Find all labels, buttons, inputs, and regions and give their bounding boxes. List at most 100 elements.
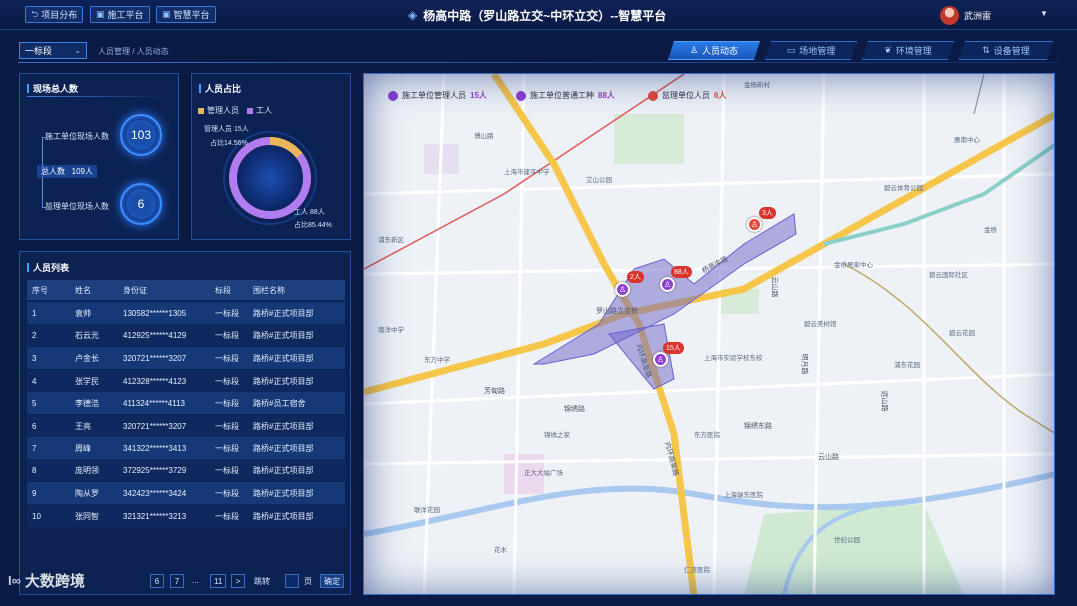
tab-equipment[interactable]: ⇅ 设备管理 [959, 41, 1053, 60]
map-pin-management[interactable]: ♙ [615, 282, 630, 297]
jump-label: 跳转 [254, 577, 270, 586]
worker-label: 工人 88人 [294, 209, 325, 216]
legend-item-construction-management: 施工单位管理人员 15人 [388, 90, 487, 101]
next-page-button[interactable]: > [231, 574, 245, 588]
site-map[interactable]: 杨高中路 罗山路立交桥 内环高架路 内环高架路 云山路 明月路 芳甸路 锦绣东路… [363, 73, 1055, 595]
supervision-count-ring: 6 [120, 183, 162, 225]
place-label: 金桥居家中心 [834, 262, 873, 269]
table-row[interactable]: 8 庞明领 372925******3729 一标段 路桥#正式项目部 [27, 459, 345, 481]
person-icon: ♙ [618, 285, 627, 294]
connector-line [42, 137, 46, 138]
place-label: 上海市实验学校东校 [704, 355, 763, 362]
person-pin-icon [516, 90, 526, 101]
place-label: 浦东新区 [378, 237, 404, 244]
nav-button-project-distribution[interactable]: ⮌ 项目分布 [25, 6, 84, 23]
table-row[interactable]: 4 张学民 412328******4123 一标段 路桥#正式项目部 [27, 370, 345, 392]
place-label: 世纪公园 [834, 537, 860, 544]
map-pin-management[interactable]: ♙ [653, 352, 668, 367]
site-icon: ▭ [786, 45, 796, 55]
panel-title: 人员占比 [199, 82, 241, 95]
section-select[interactable]: 一标段 ⌄ [19, 42, 87, 59]
breadcrumb: 人员管理 / 人员动态 [98, 47, 169, 56]
person-pin-icon [388, 90, 398, 101]
legend-item-supervision: 监理单位人员 6人 [648, 90, 726, 101]
device-icon: ⇅ [982, 45, 990, 55]
page-button-6[interactable]: 6 [150, 574, 164, 588]
table-row[interactable]: 9 陶从罗 342423******3424 一标段 路桥#正式项目部 [27, 482, 345, 504]
road-label: 远山路 [880, 390, 888, 412]
person-icon: ♙ [750, 220, 759, 229]
connector-line [42, 207, 46, 208]
place-label: 碧云国际社区 [929, 272, 968, 279]
table-header: 序号 姓名 身份证 标段 围栏名称 [27, 280, 345, 300]
chevron-down-icon: ⌄ [74, 46, 81, 55]
page-button-7[interactable]: 7 [170, 574, 184, 588]
tab-environment[interactable]: ❦ 环境管理 [862, 41, 954, 60]
page-ellipsis: ... [192, 576, 199, 585]
table-row[interactable]: 1 袁帅 130582******1305 一标段 路桥#正式项目部 [27, 302, 345, 324]
place-label: 东方医院 [694, 432, 720, 439]
layers-icon: ◈ [408, 8, 418, 22]
place-label: 锦绣之家 [544, 432, 570, 439]
donut-center [237, 145, 303, 211]
road-label: 锦绣路 [564, 406, 585, 413]
place-label: 艾山公园 [586, 177, 612, 184]
management-label: 管理人员 15人 [204, 126, 249, 133]
tab-personnel[interactable]: ♙ 人员动态 [668, 41, 760, 60]
person-icon: ♙ [663, 280, 672, 289]
jump-page-input[interactable] [285, 574, 299, 588]
page-button-11[interactable]: 11 [210, 574, 227, 588]
map-pin-workers[interactable]: ♙ [660, 277, 675, 292]
road-label: 云山路 [818, 454, 839, 461]
table-row[interactable]: 5 李德浩 411324******4113 一标段 路桥#员工宿舍 [27, 392, 345, 414]
tab-site[interactable]: ▭ 场地管理 [765, 41, 857, 60]
legend-swatch [198, 107, 204, 114]
management-pct-label: 占比14.56% [210, 140, 248, 147]
image-icon: ▣ [96, 9, 105, 19]
table-row[interactable]: 3 卢金长 320721******3207 一标段 路桥#正式项目部 [27, 347, 345, 369]
avatar[interactable] [940, 5, 959, 25]
place-label: 东方中学 [424, 357, 450, 364]
place-label: 碧云花园 [949, 330, 975, 337]
legend-swatch [247, 107, 253, 114]
table-row[interactable]: 10 张同智 321321******3213 一标段 路桥#正式项目部 [27, 505, 345, 527]
table-row[interactable]: 7 周峰 341322******3413 一标段 路桥#正式项目部 [27, 437, 345, 459]
panel-title: 现场总人数 [27, 82, 78, 95]
place-label: 上海瑞东医院 [724, 492, 763, 499]
pin-badge: 2人 [627, 271, 644, 283]
road-label: 芳甸路 [484, 388, 505, 395]
road-label: 云山路 [770, 276, 778, 298]
map-pin-supervision[interactable]: ♙ [747, 217, 762, 232]
confirm-button[interactable]: 确定 [320, 574, 344, 588]
place-label: 正大大福广场 [524, 470, 563, 477]
place-label: 博山路 [474, 133, 494, 140]
divider [27, 96, 167, 97]
user-name: 武洲雷 [964, 10, 992, 21]
jump-suffix: 页 [304, 577, 312, 586]
supervision-count-label: 监理单位现场人数 [45, 202, 109, 211]
pin-badge: 88人 [671, 266, 692, 278]
worker-pct-label: 占比85.44% [294, 222, 332, 229]
place-label: 联洋花园 [414, 507, 440, 514]
nav-button-construction-platform[interactable]: ▣ 施工平台 [90, 6, 150, 23]
person-icon: ♙ [656, 355, 665, 364]
pin-badge: 3人 [759, 207, 776, 219]
table-row[interactable]: 2 石云光 412925******4129 一标段 路桥#正式项目部 [27, 324, 345, 346]
pin-badge: 15人 [663, 342, 684, 354]
panel-title: 人员列表 [27, 261, 69, 274]
legend-item-management: 管理人员 [198, 105, 239, 116]
chevron-down-icon[interactable]: ▼ [1040, 9, 1048, 18]
place-label: 仁济医院 [684, 567, 710, 574]
place-label: 南洋中学 [378, 327, 404, 334]
place-label: 金桥 [984, 227, 997, 234]
image-icon: ▣ [162, 9, 171, 19]
nav-button-smart-platform[interactable]: ▣ 智慧平台 [156, 6, 216, 23]
ratio-legend: 管理人员 工人 [198, 105, 272, 116]
page-title: ◈ 杨高中路（罗山路立交~中环立交）--智慧平台 [408, 8, 667, 23]
table-row[interactable]: 6 王亮 320721******3207 一标段 路桥#正式项目部 [27, 415, 345, 437]
divider [18, 62, 1058, 63]
back-arrow-icon: ⮌ [31, 8, 39, 19]
construction-count-label: 施工单位现场人数 [45, 132, 109, 141]
legend-item-worker: 工人 [247, 105, 272, 116]
user-menu[interactable]: 武洲雷 [940, 5, 991, 25]
